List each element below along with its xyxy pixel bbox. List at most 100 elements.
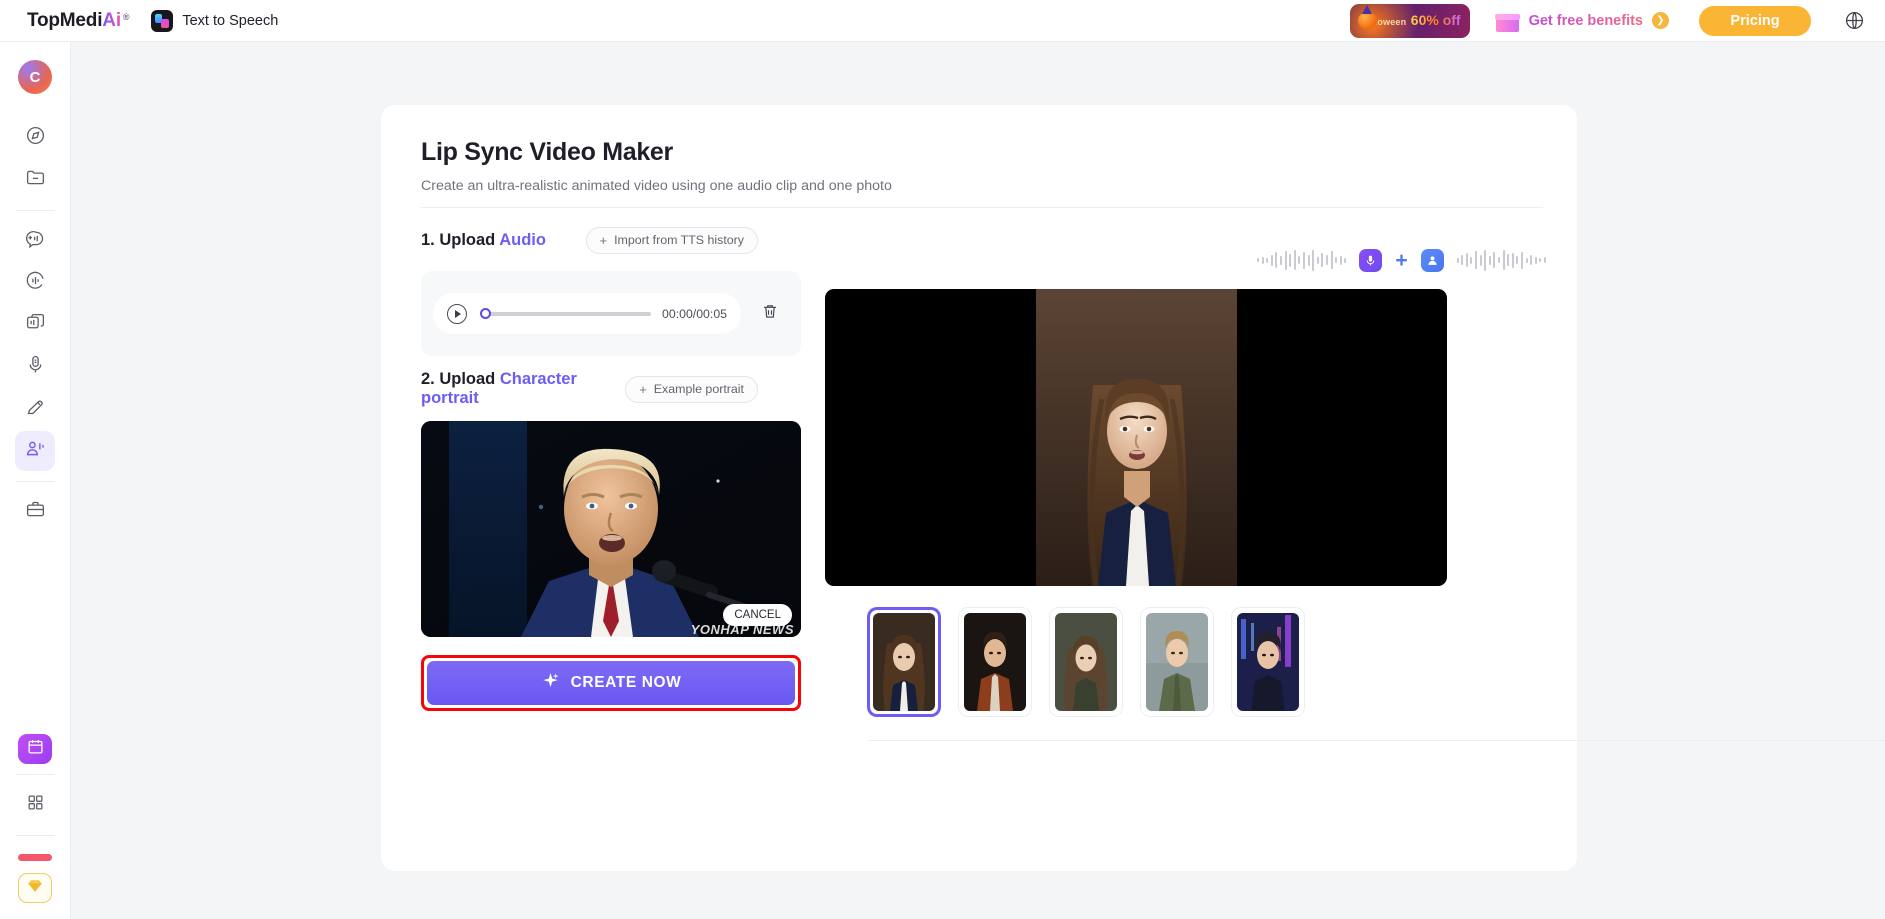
video-subject-image (1035, 289, 1237, 586)
waveform-left (1257, 249, 1347, 271)
lip-sync-card: Lip Sync Video Maker Create an ultra-rea… (381, 105, 1885, 871)
audio-upload-panel: 00:00/00:05 (421, 271, 801, 356)
portrait-thumb-3[interactable] (1050, 608, 1122, 716)
chevron-right-icon: ❯ (1652, 12, 1669, 29)
import-button-label: Import from TTS history (614, 233, 744, 247)
briefcase-icon (25, 499, 46, 525)
sidebar-item-ai-writer[interactable] (15, 389, 55, 429)
step-2-title: 2. Upload Character portrait (421, 370, 625, 408)
step-2-row: 2. Upload Character portrait + Example p… (421, 370, 801, 408)
sidebar-item-folder[interactable] (15, 160, 55, 200)
uploaded-portrait[interactable]: YONHAP NEWS CANCEL (421, 421, 801, 637)
calendar-icon (27, 738, 44, 760)
microphone-icon (25, 354, 46, 380)
sidebar-highlight-bar[interactable] (18, 854, 52, 861)
sidebar-item-calendar[interactable] (18, 734, 52, 764)
portrait-thumb-5-image (1237, 613, 1299, 711)
gift-icon (1494, 10, 1520, 32)
portrait-thumb-2-image (964, 613, 1026, 711)
sidebar-item-voice-cloning[interactable] (15, 305, 55, 345)
brand-name-ai: Ai (102, 9, 121, 31)
get-free-benefits-link[interactable]: Get free benefits ❯ (1494, 10, 1669, 32)
step-1-prefix: 1. Upload (421, 230, 500, 249)
page-title: Lip Sync Video Maker (421, 138, 673, 166)
compass-icon (25, 125, 46, 151)
microphone-icon (1359, 248, 1383, 272)
sidebar-divider-1 (15, 210, 55, 211)
example-portrait-gallery (825, 608, 1885, 716)
header-divider (421, 207, 1543, 208)
audio-progress-slider[interactable] (480, 308, 652, 320)
left-sidebar: C (0, 42, 71, 919)
create-now-label: CREATE NOW (570, 674, 682, 691)
benefits-label: Get free benefits (1528, 12, 1643, 29)
sidebar-item-explore[interactable] (15, 118, 55, 158)
brand-registered-mark: ® (122, 11, 130, 22)
example-portrait-button[interactable]: + Example portrait (625, 375, 758, 403)
avatar[interactable]: C (18, 60, 52, 94)
import-from-tts-history-button[interactable]: + Import from TTS history (585, 226, 758, 254)
cancel-upload-button[interactable]: CANCEL (723, 604, 792, 626)
create-now-button[interactable]: CREATE NOW (427, 661, 795, 705)
layers-icon (25, 312, 46, 338)
sidebar-item-apps[interactable] (15, 785, 55, 825)
audio-plus-portrait-indicator: + (825, 243, 1885, 277)
example-portrait-label: Example portrait (653, 382, 744, 396)
diamond-icon (26, 877, 44, 900)
audio-player: 00:00/00:05 (433, 293, 741, 334)
sidebar-divider-3 (15, 774, 55, 775)
folder-icon (25, 167, 46, 193)
pumpkin-icon (1357, 4, 1377, 29)
portrait-thumb-1-image (873, 613, 935, 711)
grid-apps-icon (26, 793, 45, 817)
plus-icon: + (639, 381, 647, 397)
sidebar-item-voice-changer[interactable] (15, 263, 55, 303)
top-navigation-bar: TopMedi Ai ® Text to Speech Halloween 60% … (0, 0, 1885, 42)
portrait-thumb-5[interactable] (1232, 608, 1304, 716)
avatar-voice-icon (25, 438, 46, 464)
pen-icon (25, 396, 46, 422)
promo-line-2: 60% off (1410, 11, 1461, 28)
sidebar-item-lip-sync[interactable] (15, 431, 55, 471)
plus-icon: + (1395, 248, 1408, 272)
sidebar-item-recorder[interactable] (15, 347, 55, 387)
sidebar-divider-2 (15, 481, 55, 482)
sidebar-item-text-to-speech[interactable] (15, 221, 55, 261)
portrait-thumb-1[interactable] (868, 608, 940, 716)
globe-icon[interactable] (1841, 8, 1867, 34)
upload-column: 1. Upload Audio + Import from TTS histor… (381, 223, 801, 741)
portrait-thumb-4-image (1146, 613, 1208, 711)
generated-video-preview[interactable] (825, 289, 1447, 586)
step-2-prefix: 2. Upload (421, 370, 500, 388)
brand-logo[interactable]: TopMedi Ai ® (27, 9, 130, 32)
step-1-row: 1. Upload Audio + Import from TTS histor… (421, 223, 801, 257)
step-1-title: 1. Upload Audio (421, 231, 546, 250)
sidebar-item-toolbox[interactable] (15, 492, 55, 532)
app-logo-icon (151, 9, 174, 32)
brand-name-main: TopMedi (27, 9, 103, 31)
plus-icon: + (599, 232, 608, 248)
progress-track (480, 311, 652, 316)
waveform-right (1456, 249, 1546, 271)
current-app-chip[interactable]: Text to Speech (151, 9, 279, 32)
portrait-thumb-3-image (1055, 613, 1117, 711)
portrait-thumb-2[interactable] (959, 608, 1031, 716)
video-subject (1035, 289, 1237, 586)
sidebar-item-rewards[interactable] (18, 873, 52, 903)
preview-column: + (801, 223, 1885, 741)
progress-knob[interactable] (480, 308, 491, 319)
create-now-highlight: CREATE NOW (421, 655, 801, 711)
audio-timecode: 00:00/00:05 (662, 306, 727, 321)
pricing-button[interactable]: Pricing (1699, 5, 1811, 36)
card-header: Lip Sync Video Maker Create an ultra-rea… (381, 105, 1577, 194)
step-1-highlight: Audio (499, 230, 546, 249)
trash-icon[interactable] (761, 302, 779, 325)
portrait-thumb-4[interactable] (1141, 608, 1213, 716)
app-name-label: Text to Speech (182, 12, 279, 29)
person-icon (1420, 248, 1444, 272)
speech-bubble-icon (25, 228, 46, 254)
play-icon[interactable] (447, 303, 467, 324)
page-subtitle: Create an ultra-realistic animated video… (421, 178, 892, 194)
halloween-promo-banner[interactable]: Halloween 60% off (1349, 3, 1470, 38)
voice-wave-circle-icon (25, 270, 46, 296)
